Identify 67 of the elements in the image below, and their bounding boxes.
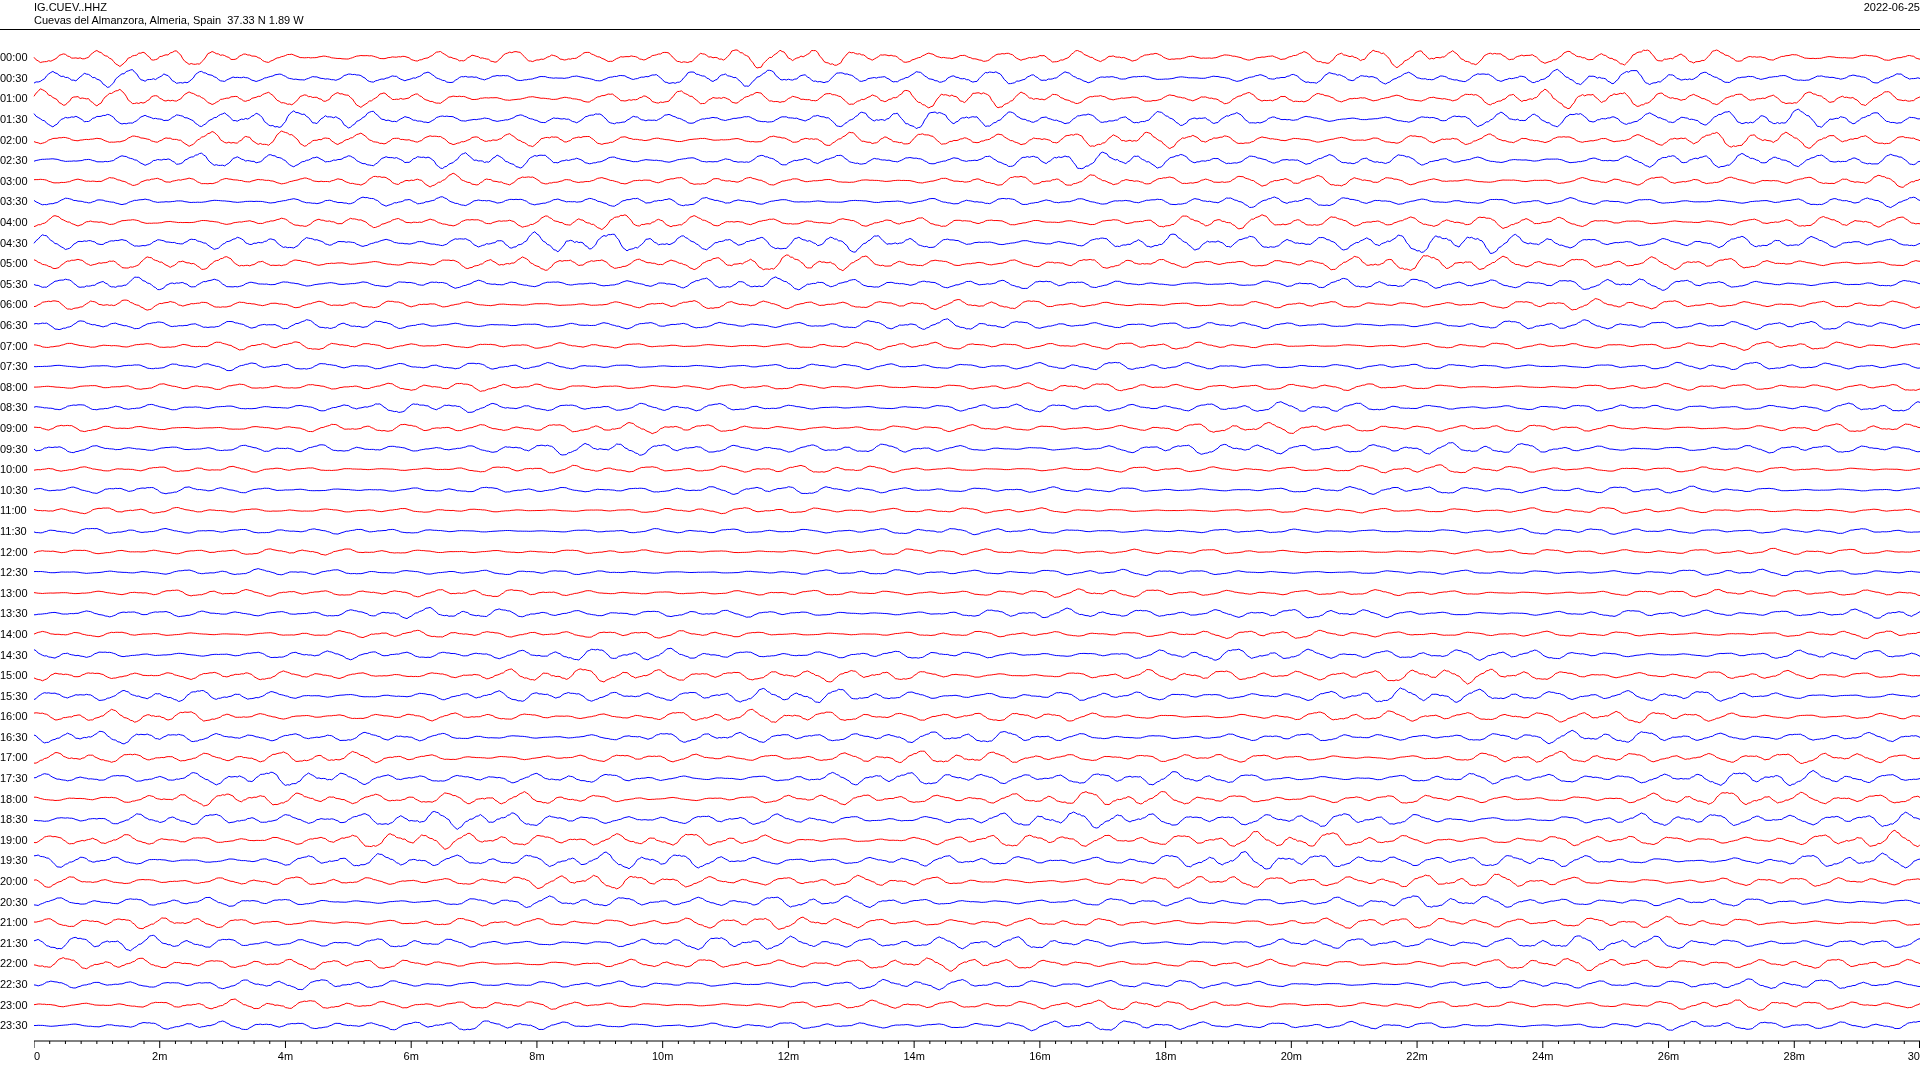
axis-tick-label: 6m: [403, 1050, 419, 1062]
time-label: 14:30: [0, 648, 28, 661]
time-label: 11:30: [0, 524, 27, 537]
time-label: 08:30: [0, 401, 28, 414]
time-label: 23:30: [0, 1019, 28, 1032]
time-label: 10:00: [0, 463, 28, 476]
time-label: 05:00: [0, 257, 28, 270]
time-label: 15:00: [0, 669, 28, 682]
time-label: 06:30: [0, 319, 28, 331]
time-label: 20:30: [0, 895, 28, 908]
time-label: 17:00: [0, 751, 28, 764]
time-label: 04:00: [0, 216, 28, 229]
time-label: 09:30: [0, 442, 28, 455]
time-label: 16:00: [0, 710, 28, 723]
time-label: 12:00: [0, 545, 28, 558]
axis-tick-label: 10m: [651, 1050, 674, 1062]
time-label: 19:30: [0, 854, 28, 867]
time-label: 09:00: [0, 422, 28, 434]
axis-tick-label: 20m: [1280, 1050, 1303, 1062]
time-label: 23:00: [0, 998, 28, 1011]
axis-tick-label: 0: [34, 1050, 41, 1062]
time-label: 08:00: [0, 380, 28, 393]
time-label: 19:00: [0, 833, 28, 846]
time-label: 21:30: [0, 936, 28, 949]
time-label: 22:30: [0, 978, 28, 990]
axis-tick-label: 4m: [277, 1050, 294, 1062]
axis-tick-label: 16m: [1029, 1050, 1051, 1062]
time-label: 06:00: [0, 298, 28, 311]
time-label: 18:00: [0, 792, 28, 805]
time-label: 13:30: [0, 607, 28, 620]
time-label: 02:00: [0, 133, 28, 146]
time-label: 03:30: [0, 195, 28, 208]
axis-tick-label: 14m: [903, 1050, 925, 1062]
time-label: 16:30: [0, 730, 28, 743]
time-label: 10:30: [0, 483, 28, 496]
time-label: 14:00: [0, 627, 28, 640]
time-label: 02:30: [0, 154, 28, 167]
axis-tick-label: 8m: [529, 1050, 545, 1062]
time-label: 00:00: [0, 51, 28, 64]
axis-tick-label: 18m: [1154, 1050, 1177, 1062]
axis-tick-label: 30: [1907, 1050, 1920, 1062]
axis-tick-label: 12m: [777, 1050, 800, 1062]
time-label: 18:30: [0, 813, 28, 826]
axis-tick-label: 22m: [1406, 1050, 1428, 1062]
axis-tick-label: 26m: [1657, 1050, 1680, 1062]
time-label: 13:00: [0, 586, 28, 599]
time-label: 00:30: [0, 71, 28, 84]
time-label: 12:30: [0, 566, 28, 579]
time-label: 07:00: [0, 339, 28, 352]
time-label: 03:00: [0, 174, 28, 187]
time-label: 17:30: [0, 772, 28, 785]
time-label: 15:30: [0, 689, 28, 702]
date-label: 2022-06-25: [1863, 0, 1920, 14]
time-label: 01:30: [0, 113, 28, 126]
axis-tick-label: 24m: [1532, 1050, 1554, 1062]
axis-tick-label: 28m: [1783, 1050, 1805, 1062]
time-label: 01:00: [0, 92, 28, 105]
time-label: 20:00: [0, 875, 28, 888]
axis-tick-label: 2m: [152, 1050, 168, 1062]
time-label: 04:30: [0, 236, 28, 249]
time-label: 22:00: [0, 957, 28, 970]
time-label: 07:30: [0, 360, 28, 373]
station-location: Cuevas del Almanzora, Almeria, Spain 37.33 N 1.89 W: [34, 14, 304, 27]
station-code: IG.CUEV..HHZ: [34, 1, 107, 14]
time-label: 21:00: [0, 916, 28, 929]
time-label: 05:30: [0, 277, 28, 290]
time-label: 11:00: [0, 504, 27, 517]
